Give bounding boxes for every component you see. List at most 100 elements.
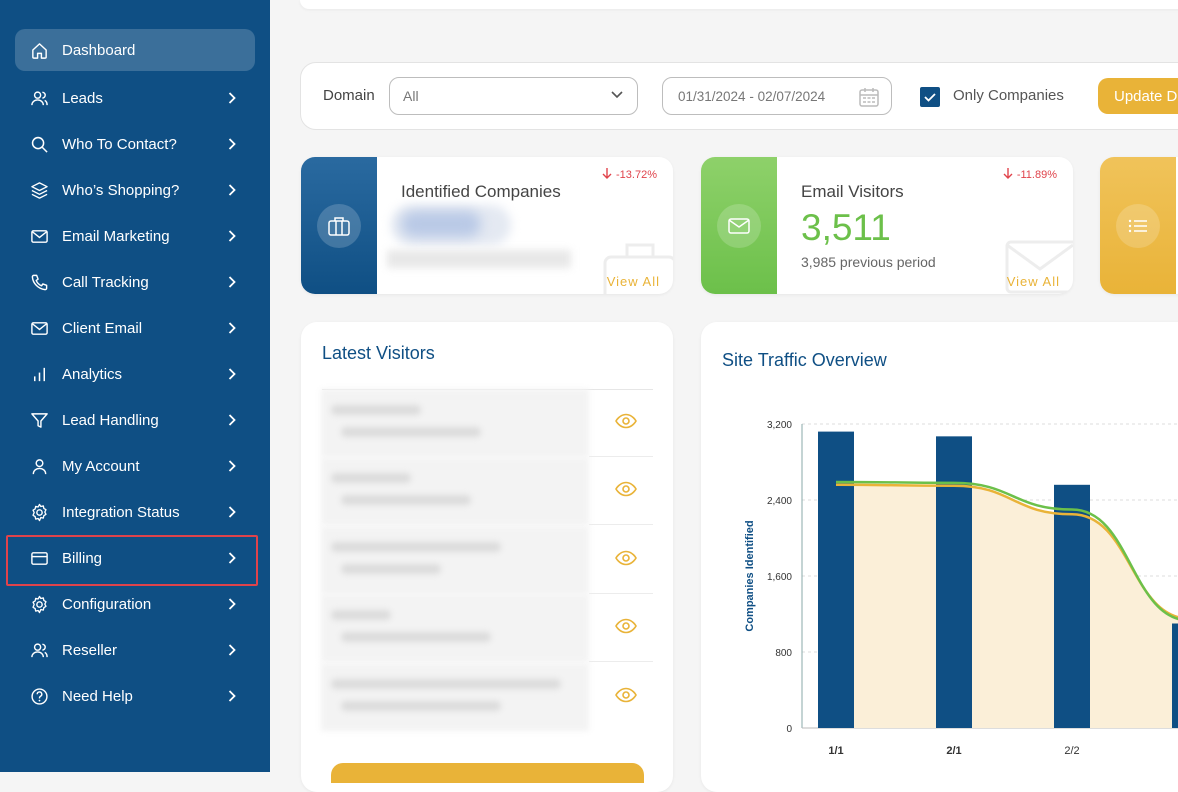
email-view-all-link[interactable]: View All (1007, 274, 1060, 289)
sidebar-item-need-help[interactable]: Need Help (15, 675, 255, 717)
identified-card-side (301, 157, 377, 294)
arrow-down-icon (1003, 168, 1013, 179)
date-range-value: 01/31/2024 - 02/07/2024 (678, 89, 826, 104)
sidebar: Dashboard Leads Who To Contact? Who’s Shopp… (0, 0, 270, 772)
arrow-down-icon (602, 168, 612, 179)
list-icon (1116, 204, 1160, 248)
date-range-input[interactable]: 01/31/2024 - 02/07/2024 (662, 77, 892, 115)
sidebar-item-integration-status[interactable]: Integration Status (15, 491, 255, 533)
sidebar-item-label: Need Help (62, 687, 133, 705)
chevron-right-icon (228, 138, 236, 150)
domain-label: Domain (323, 87, 375, 104)
email-change-badge: -11.89% (1003, 168, 1057, 181)
eye-icon[interactable] (615, 481, 637, 497)
search-icon (29, 134, 49, 154)
domain-select[interactable]: All (389, 77, 638, 115)
identified-view-all-link[interactable]: View All (607, 274, 660, 289)
redacted-line (331, 679, 561, 689)
chevron-right-icon (228, 92, 236, 104)
home-icon (29, 40, 49, 60)
y-axis-label: Companies Identified (744, 520, 756, 631)
row-divider (589, 661, 653, 662)
redacted-line (341, 427, 481, 437)
redacted-visitor (321, 594, 589, 662)
redacted-visitor (321, 526, 589, 594)
bar (936, 436, 972, 728)
site-traffic-panel: Site Traffic Overview 0 800 1,600 2,400 3,20… (701, 322, 1178, 792)
user-icon (29, 456, 49, 476)
eye-icon[interactable] (615, 413, 637, 429)
x-tick-label: 2/1 (946, 745, 961, 757)
sidebar-item-analytics[interactable]: Analytics (15, 353, 255, 395)
redacted-visitor (321, 663, 589, 731)
redacted-previous (387, 250, 571, 268)
site-traffic-chart: 0 800 1,600 2,400 3,200 Companies Identified 1… (744, 420, 1178, 757)
sidebar-item-configuration[interactable]: Configuration (15, 583, 255, 625)
y-tick-label: 3,200 (767, 420, 792, 431)
redacted-value-inner (401, 211, 481, 237)
sidebar-item-label: Who’s Shopping? (62, 181, 180, 199)
chevron-right-icon (228, 368, 236, 380)
chevron-right-icon (228, 322, 236, 334)
sidebar-item-who-s-shopping[interactable]: Who’s Shopping? (15, 169, 255, 211)
x-tick-label: 1/1 (828, 745, 843, 757)
only-companies-checkbox[interactable] (920, 87, 940, 107)
sidebar-item-leads[interactable]: Leads (15, 77, 255, 119)
sidebar-item-lead-handling[interactable]: Lead Handling (15, 399, 255, 441)
sidebar-item-label: Leads (62, 89, 103, 107)
email-title: Email Visitors (801, 182, 904, 201)
update-button[interactable]: Update D (1098, 78, 1178, 114)
sidebar-item-call-tracking[interactable]: Call Tracking (15, 261, 255, 303)
eye-icon[interactable] (615, 618, 637, 634)
redacted-visitor (321, 457, 589, 525)
sidebar-item-label: Analytics (62, 365, 123, 383)
gear-icon (29, 502, 49, 522)
chevron-right-icon (228, 414, 236, 426)
sidebar-item-label: Dashboard (62, 41, 136, 59)
sidebar-item-who-to-contact[interactable]: Who To Contact? (15, 123, 255, 165)
latest-visitors-title: Latest Visitors (322, 343, 435, 363)
identified-title: Identified Companies (401, 182, 561, 201)
sidebar-item-my-account[interactable]: My Account (15, 445, 255, 487)
mail-icon (717, 204, 761, 248)
eye-icon[interactable] (615, 687, 637, 703)
users-icon (29, 640, 49, 660)
redacted-line (341, 495, 471, 505)
sidebar-item-reseller[interactable]: Reseller (15, 629, 255, 671)
help-circle-icon (29, 686, 49, 706)
sidebar-item-label: Client Email (62, 319, 143, 337)
chevron-right-icon (228, 276, 236, 288)
view-all-visitors-button[interactable] (331, 763, 644, 783)
redacted-line (331, 610, 391, 620)
billing-highlight-outline (6, 535, 258, 586)
y-tick-label: 800 (775, 648, 792, 659)
check-icon (924, 93, 936, 102)
y-tick-label: 1,600 (767, 572, 792, 583)
visitor-row (321, 594, 653, 662)
bar (818, 431, 854, 728)
chevron-right-icon (228, 184, 236, 196)
chevron-right-icon (228, 644, 236, 656)
briefcase-icon (317, 204, 361, 248)
email-card-side (701, 157, 777, 294)
redacted-line (341, 632, 491, 642)
sidebar-item-label: Reseller (62, 641, 118, 659)
sidebar-item-client-email[interactable]: Client Email (15, 307, 255, 349)
phone-icon (29, 272, 49, 292)
layers-icon (29, 180, 49, 200)
redacted-line (331, 473, 411, 483)
chevron-right-icon (228, 460, 236, 472)
mail-icon (29, 226, 49, 246)
chevron-right-icon (228, 230, 236, 242)
x-tick-label: 2/2 (1064, 745, 1079, 757)
users-icon (29, 88, 49, 108)
sidebar-item-label: Integration Status (62, 503, 180, 521)
sidebar-item-dashboard[interactable]: Dashboard (15, 29, 255, 71)
redacted-line (341, 701, 501, 711)
email-previous: 3,985 previous period (801, 254, 936, 270)
sidebar-item-email-marketing[interactable]: Email Marketing (15, 215, 255, 257)
eye-icon[interactable] (615, 550, 637, 566)
sidebar-item-label: Who To Contact? (62, 135, 177, 153)
third-stat-card (1100, 157, 1178, 294)
y-tick-label: 2,400 (767, 496, 792, 507)
